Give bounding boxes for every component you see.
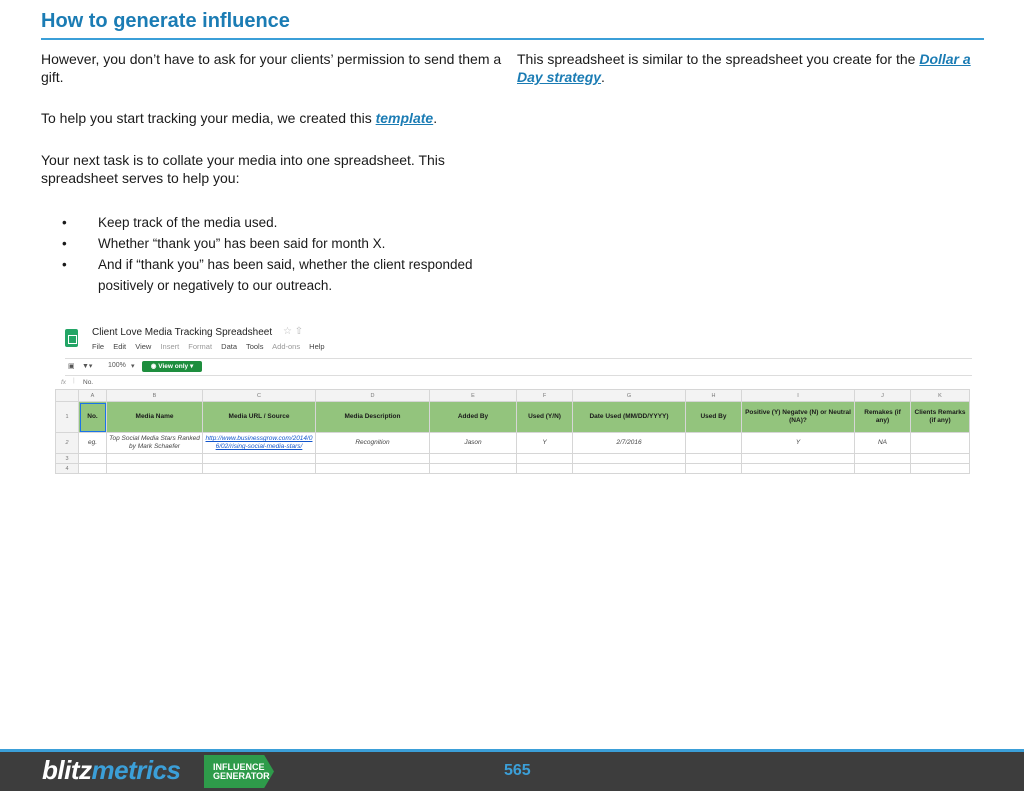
template-suffix: .	[433, 110, 438, 126]
menu-tools[interactable]: Tools	[246, 342, 264, 351]
sheets-logo-icon	[65, 329, 78, 347]
sheet-grid: A B C D E F G H I J K 1 No. Media Name M…	[55, 389, 970, 474]
table-row: 2 eg. Top Social Media Stars Ranked by M…	[55, 432, 970, 454]
menu-format[interactable]: Format	[188, 342, 212, 351]
paragraph-gift: However, you don’t have to ask for your …	[41, 51, 502, 85]
blitzmetrics-logo: blitzmetrics	[42, 755, 181, 785]
menu-data[interactable]: Data	[221, 342, 237, 351]
list-item: • And if “thank you” has been said, wheth…	[62, 254, 482, 296]
spreadsheet-screenshot: Client Love Media Tracking Spreadsheet ☆…	[55, 322, 972, 474]
media-url-link[interactable]: http://www.businessgrow.com/2014/06/02/r…	[202, 432, 316, 454]
menu-view[interactable]: View	[135, 342, 151, 351]
bullet-icon: •	[62, 257, 67, 272]
paragraph-similar: This spreadsheet is similar to the sprea…	[517, 50, 987, 86]
filter-icon[interactable]: ▼▾	[82, 362, 92, 370]
formula-input[interactable]: No.	[83, 379, 93, 386]
footer: blitzmetrics INFLUENCE GENERATOR 565	[0, 752, 1024, 791]
chevron-down-icon: ▾	[131, 363, 135, 370]
table-row: 4	[55, 463, 970, 474]
similar-suffix: .	[601, 69, 605, 85]
menu-addons[interactable]: Add-ons	[272, 342, 300, 351]
sheet-menu-bar: File Edit View Insert Format Data Tools …	[92, 342, 332, 351]
page-number: 565	[504, 762, 531, 779]
template-link[interactable]: template	[376, 110, 434, 126]
table-row: 3	[55, 453, 970, 464]
menu-help[interactable]: Help	[309, 342, 324, 351]
title-divider	[41, 38, 984, 40]
sheet-toolbar: ▣ ▼▾ 100% ▾ ◉ View only ▾	[65, 358, 972, 376]
list-item: • Keep track of the media used.	[62, 212, 482, 233]
formula-bar: fx | No.	[61, 377, 94, 386]
page-title: How to generate influence	[41, 10, 290, 32]
bullet-icon: •	[62, 215, 67, 230]
zoom-select[interactable]: 100%	[108, 362, 126, 369]
bullet-list: • Keep track of the media used. • Whether …	[62, 212, 482, 296]
view-only-button[interactable]: ◉ View only ▾	[142, 361, 202, 372]
fx-icon: fx	[61, 379, 67, 386]
template-text: To help you start tracking your media, w…	[41, 110, 376, 126]
sheet-title: Client Love Media Tracking Spreadsheet	[92, 327, 273, 338]
similar-text: This spreadsheet is similar to the sprea…	[517, 51, 920, 67]
paragraph-template: To help you start tracking your media, w…	[41, 109, 511, 127]
menu-file[interactable]: File	[92, 342, 104, 351]
star-icon: ☆ ⇧	[283, 326, 304, 337]
table-header-row: 1 No. Media Name Media URL / Source Medi…	[55, 401, 970, 433]
list-item: • Whether “thank you” has been said for m…	[62, 233, 482, 254]
selected-cell[interactable]: No.	[78, 401, 107, 433]
menu-edit[interactable]: Edit	[113, 342, 126, 351]
column-header-row: A B C D E F G H I J K	[55, 389, 970, 402]
influence-generator-badge: INFLUENCE GENERATOR	[204, 755, 274, 788]
menu-insert[interactable]: Insert	[160, 342, 179, 351]
paragraph-task: Your next task is to collate your media …	[41, 152, 445, 186]
print-icon[interactable]: ▣	[68, 362, 75, 370]
bullet-icon: •	[62, 236, 67, 251]
